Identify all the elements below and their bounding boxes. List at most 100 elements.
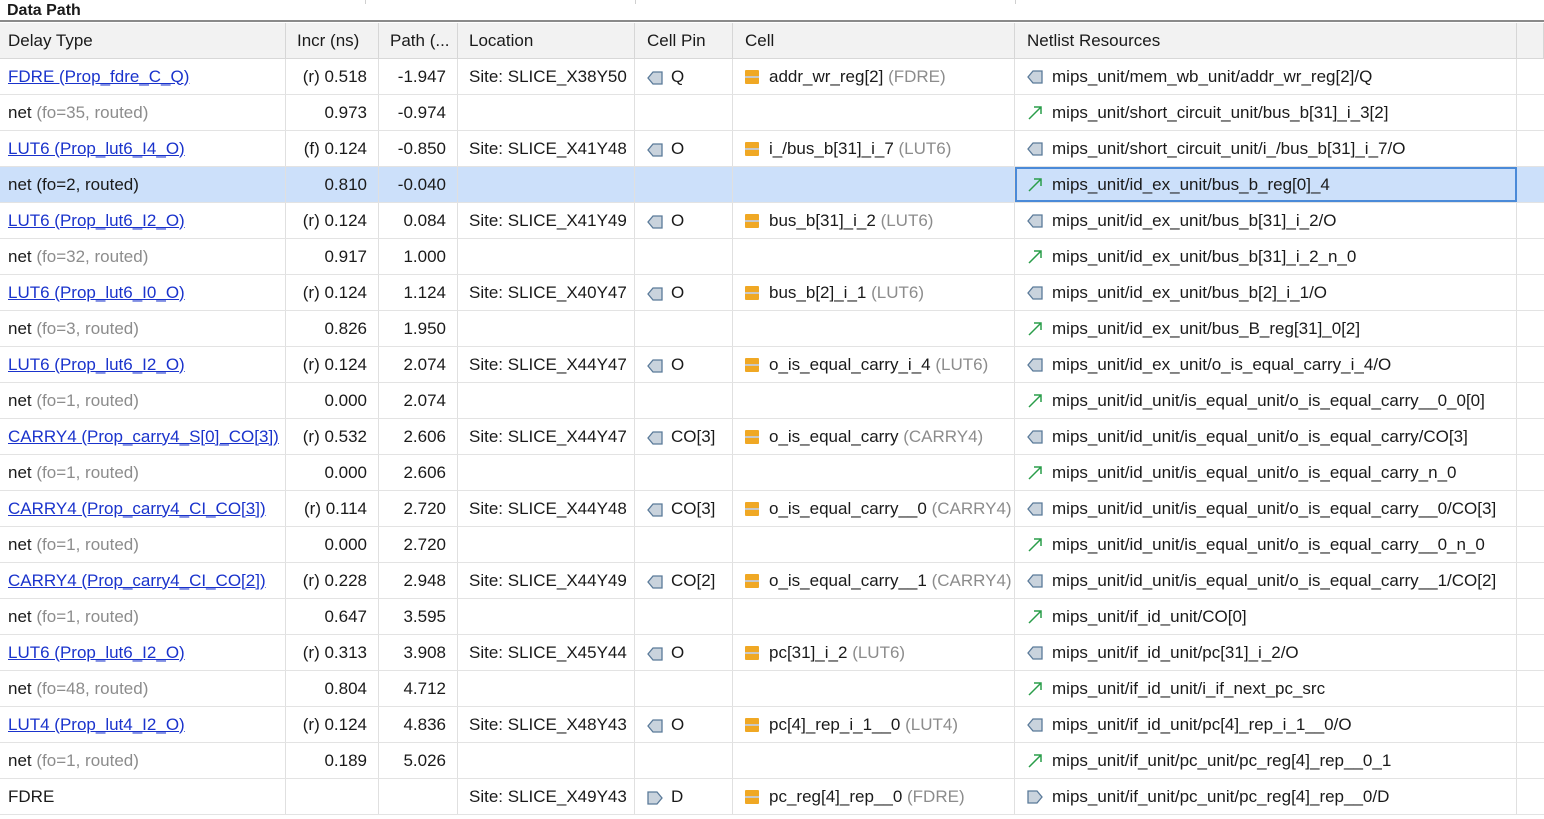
column-header-delay-type[interactable]: Delay Type <box>0 23 286 58</box>
table-row[interactable]: net (fo=32, routed) 0.917 1.000 mips_unit/i… <box>0 239 1544 275</box>
incr-cell[interactable]: (r) 0.228 <box>286 563 379 598</box>
path-cell[interactable]: 3.595 <box>379 599 458 634</box>
delay-type-link[interactable]: LUT6 (Prop_lut6_I2_O) <box>8 211 185 231</box>
table-row[interactable]: CARRY4 (Prop_carry4_CI_CO[3]) (r) 0.114 2.… <box>0 491 1544 527</box>
table-row[interactable]: net (fo=35, routed) 0.973 -0.974 mips_unit/… <box>0 95 1544 131</box>
netlist-resource-cell[interactable]: mips_unit/id_ex_unit/bus_B_reg[31]_0[2] <box>1015 311 1517 346</box>
column-header-incr[interactable]: Incr (ns) <box>286 23 379 58</box>
cell-cell[interactable] <box>733 527 1015 562</box>
delay-type-cell[interactable]: net (fo=1, routed) <box>0 383 286 418</box>
cell-cell[interactable]: addr_wr_reg[2] (FDRE) <box>733 59 1015 94</box>
cell-cell[interactable] <box>733 599 1015 634</box>
cell-cell[interactable]: o_is_equal_carry (CARRY4) <box>733 419 1015 454</box>
location-cell[interactable]: Site: SLICE_X44Y47 <box>458 419 635 454</box>
table-row[interactable]: FDRE Site: SLICE_X49Y43 Dpc_reg[4]_rep__0 … <box>0 779 1544 815</box>
path-cell[interactable]: 2.720 <box>379 491 458 526</box>
delay-type-cell[interactable]: net (fo=48, routed) <box>0 671 286 706</box>
cell-pin-cell[interactable]: CO[3] <box>635 491 733 526</box>
netlist-resource-cell[interactable]: mips_unit/if_id_unit/pc[4]_rep_i_1__0/O <box>1015 707 1517 742</box>
cell-cell[interactable] <box>733 311 1015 346</box>
cell-cell[interactable]: pc[31]_i_2 (LUT6) <box>733 635 1015 670</box>
incr-cell[interactable]: 0.804 <box>286 671 379 706</box>
cell-pin-cell[interactable] <box>635 527 733 562</box>
path-cell[interactable]: -0.850 <box>379 131 458 166</box>
incr-cell[interactable]: (r) 0.124 <box>286 203 379 238</box>
netlist-resource-cell[interactable]: mips_unit/if_id_unit/i_if_next_pc_src <box>1015 671 1517 706</box>
table-row[interactable]: net (fo=1, routed) 0.000 2.606 mips_unit/id… <box>0 455 1544 491</box>
path-cell[interactable]: 2.720 <box>379 527 458 562</box>
location-cell[interactable]: Site: SLICE_X41Y48 <box>458 131 635 166</box>
path-cell[interactable]: 2.074 <box>379 383 458 418</box>
delay-type-link[interactable]: CARRY4 (Prop_carry4_CI_CO[3]) <box>8 499 266 519</box>
path-cell[interactable]: 3.908 <box>379 635 458 670</box>
cell-pin-cell[interactable] <box>635 671 733 706</box>
cell-cell[interactable]: pc[4]_rep_i_1__0 (LUT4) <box>733 707 1015 742</box>
location-cell[interactable] <box>458 167 635 202</box>
table-row[interactable]: net (fo=1, routed) 0.647 3.595 mips_unit/if… <box>0 599 1544 635</box>
delay-type-cell[interactable]: net (fo=1, routed) <box>0 455 286 490</box>
location-cell[interactable]: Site: SLICE_X45Y44 <box>458 635 635 670</box>
netlist-resource-cell[interactable]: mips_unit/id_ex_unit/bus_b[31]_i_2_n_0 <box>1015 239 1517 274</box>
cell-pin-cell[interactable] <box>635 239 733 274</box>
location-cell[interactable]: Site: SLICE_X49Y43 <box>458 779 635 814</box>
delay-type-link[interactable]: CARRY4 (Prop_carry4_CI_CO[2]) <box>8 571 266 591</box>
incr-cell[interactable]: (r) 0.114 <box>286 491 379 526</box>
incr-cell[interactable]: (r) 0.532 <box>286 419 379 454</box>
netlist-resource-cell[interactable]: mips_unit/if_id_unit/pc[31]_i_2/O <box>1015 635 1517 670</box>
cell-pin-cell[interactable] <box>635 311 733 346</box>
delay-type-cell[interactable]: net (fo=3, routed) <box>0 311 286 346</box>
netlist-resource-cell[interactable]: mips_unit/short_circuit_unit/i_/bus_b[31… <box>1015 131 1517 166</box>
path-cell[interactable]: 2.948 <box>379 563 458 598</box>
incr-cell[interactable]: (r) 0.313 <box>286 635 379 670</box>
netlist-resource-cell[interactable]: mips_unit/id_unit/is_equal_unit/o_is_equ… <box>1015 383 1517 418</box>
location-cell[interactable] <box>458 527 635 562</box>
location-cell[interactable]: Site: SLICE_X40Y47 <box>458 275 635 310</box>
incr-cell[interactable]: (r) 0.124 <box>286 347 379 382</box>
cell-cell[interactable] <box>733 743 1015 778</box>
cell-pin-cell[interactable]: CO[3] <box>635 419 733 454</box>
netlist-resource-cell[interactable]: mips_unit/id_unit/is_equal_unit/o_is_equ… <box>1015 491 1517 526</box>
table-row[interactable]: net (fo=1, routed) 0.189 5.026 mips_unit/if… <box>0 743 1544 779</box>
incr-cell[interactable] <box>286 779 379 814</box>
incr-cell[interactable]: 0.000 <box>286 527 379 562</box>
cell-cell[interactable]: bus_b[2]_i_1 (LUT6) <box>733 275 1015 310</box>
cell-pin-cell[interactable] <box>635 383 733 418</box>
cell-cell[interactable] <box>733 95 1015 130</box>
delay-type-cell[interactable]: net (fo=2, routed) <box>0 167 286 202</box>
table-row[interactable]: net (fo=3, routed) 0.826 1.950 mips_unit/id… <box>0 311 1544 347</box>
netlist-resource-cell[interactable]: mips_unit/if_unit/pc_unit/pc_reg[4]_rep_… <box>1015 779 1517 814</box>
incr-cell[interactable]: 0.189 <box>286 743 379 778</box>
incr-cell[interactable]: (r) 0.124 <box>286 275 379 310</box>
table-row[interactable]: CARRY4 (Prop_carry4_CI_CO[2]) (r) 0.228 2.… <box>0 563 1544 599</box>
path-cell[interactable] <box>379 779 458 814</box>
netlist-resource-cell[interactable]: mips_unit/if_id_unit/CO[0] <box>1015 599 1517 634</box>
incr-cell[interactable]: 0.973 <box>286 95 379 130</box>
cell-pin-cell[interactable] <box>635 167 733 202</box>
path-cell[interactable]: 1.950 <box>379 311 458 346</box>
path-cell[interactable]: -0.040 <box>379 167 458 202</box>
table-row[interactable]: net (fo=48, routed) 0.804 4.712 mips_unit/i… <box>0 671 1544 707</box>
path-cell[interactable]: 0.084 <box>379 203 458 238</box>
delay-type-cell[interactable]: net (fo=1, routed) <box>0 743 286 778</box>
table-row[interactable]: FDRE (Prop_fdre_C_Q) (r) 0.518 -1.947 Site:… <box>0 59 1544 95</box>
table-row[interactable]: net (fo=2, routed) 0.810 -0.040 mips_unit/i… <box>0 167 1544 203</box>
cell-cell[interactable] <box>733 383 1015 418</box>
netlist-resource-cell[interactable]: mips_unit/id_unit/is_equal_unit/o_is_equ… <box>1015 419 1517 454</box>
location-cell[interactable] <box>458 95 635 130</box>
column-header-location[interactable]: Location <box>458 23 635 58</box>
location-cell[interactable] <box>458 743 635 778</box>
delay-type-link[interactable]: CARRY4 (Prop_carry4_S[0]_CO[3]) <box>8 427 279 447</box>
delay-type-link[interactable]: FDRE (Prop_fdre_C_Q) <box>8 67 189 87</box>
table-row[interactable]: net (fo=1, routed) 0.000 2.720 mips_unit/id… <box>0 527 1544 563</box>
cell-pin-cell[interactable] <box>635 95 733 130</box>
delay-type-link[interactable]: LUT6 (Prop_lut6_I2_O) <box>8 643 185 663</box>
incr-cell[interactable]: 0.647 <box>286 599 379 634</box>
location-cell[interactable]: Site: SLICE_X38Y50 <box>458 59 635 94</box>
netlist-resource-cell[interactable]: mips_unit/id_unit/is_equal_unit/o_is_equ… <box>1015 563 1517 598</box>
cell-cell[interactable] <box>733 455 1015 490</box>
cell-pin-cell[interactable]: O <box>635 347 733 382</box>
cell-cell[interactable]: bus_b[31]_i_2 (LUT6) <box>733 203 1015 238</box>
netlist-resource-cell[interactable]: mips_unit/id_unit/is_equal_unit/o_is_equ… <box>1015 455 1517 490</box>
netlist-resource-cell[interactable]: mips_unit/id_ex_unit/bus_b[31]_i_2/O <box>1015 203 1517 238</box>
table-row[interactable]: LUT6 (Prop_lut6_I4_O) (f) 0.124 -0.850 Site… <box>0 131 1544 167</box>
